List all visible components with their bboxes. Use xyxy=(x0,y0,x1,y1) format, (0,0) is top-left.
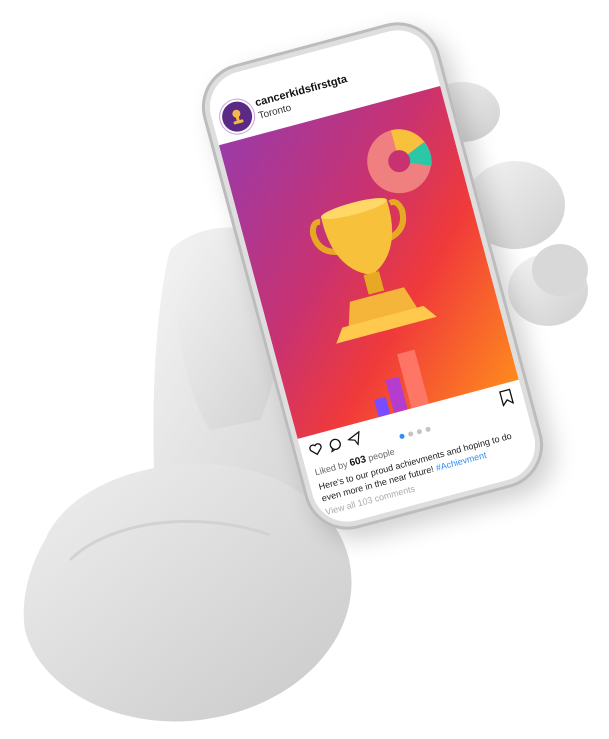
carousel-dot[interactable] xyxy=(415,428,422,435)
profile-avatar[interactable] xyxy=(218,98,256,135)
carousel-dot[interactable] xyxy=(424,426,431,433)
carousel-dot[interactable] xyxy=(398,433,405,440)
carousel-dot[interactable] xyxy=(407,431,414,438)
pie-chart-icon xyxy=(367,129,432,194)
post-username[interactable]: cancerkidsfirstgta xyxy=(254,73,349,109)
trophy-icon xyxy=(309,197,437,344)
organization-logo-icon xyxy=(232,109,244,125)
bookmark-icon[interactable] xyxy=(498,388,515,407)
bar-chart-icon xyxy=(374,349,429,418)
